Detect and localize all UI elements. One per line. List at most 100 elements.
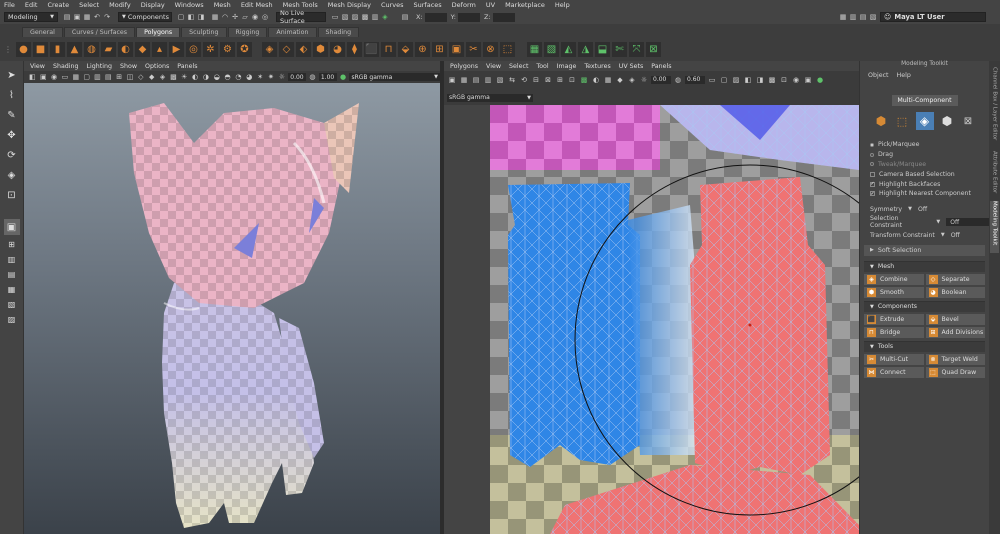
target-weld-button[interactable]: ⊗ Target Weld — [925, 353, 985, 365]
uv-menu-uv-sets[interactable]: UV Sets — [619, 63, 644, 70]
connect-button[interactable]: ⋈ Connect — [864, 366, 924, 378]
scale-tool-icon[interactable]: ◈ — [4, 167, 20, 183]
poly-soccer-icon[interactable]: ✪ — [237, 41, 252, 57]
exposure-field[interactable]: 0.00 — [288, 73, 307, 81]
x-field[interactable] — [424, 12, 447, 22]
channel-box-icon[interactable]: ▧ — [868, 12, 878, 22]
z-field[interactable] — [492, 12, 515, 22]
uv-menu-view[interactable]: View — [486, 63, 501, 70]
separate-icon[interactable]: ◇ — [279, 41, 294, 57]
uv-grid-icon[interactable]: ⊞ — [555, 75, 565, 85]
tab-rigging[interactable]: Rigging — [227, 27, 268, 37]
shadows-icon[interactable]: ◐ — [191, 73, 200, 82]
poly-pyramid-icon[interactable]: ▴ — [152, 41, 167, 57]
uv-editor-panel[interactable]: Polygons View Select Tool Image Textures UV Se… — [444, 61, 859, 534]
snap-grid-icon[interactable]: ▦ — [210, 12, 220, 22]
merge-icon[interactable]: ⊕ — [415, 41, 430, 57]
uv-filter-icon[interactable]: ▨ — [731, 75, 741, 85]
select-object-icon[interactable]: ◧ — [186, 12, 196, 22]
menu-item-mesh[interactable]: Mesh — [214, 1, 231, 9]
menu-item-uv[interactable]: UV — [486, 1, 495, 9]
poly-torus-icon[interactable]: ◍ — [84, 41, 99, 57]
tab-polygons[interactable]: Polygons — [136, 27, 181, 37]
snap-curve-icon[interactable]: ◠ — [220, 12, 230, 22]
lights-icon[interactable]: ☀ — [180, 73, 189, 82]
multi-cut-button[interactable]: ✂ Multi-Cut — [864, 353, 924, 365]
xray-joints-icon[interactable]: ✶ — [256, 73, 265, 82]
bevel-icon[interactable]: ⬙ — [398, 41, 413, 57]
menu-item-windows[interactable]: Windows — [175, 1, 204, 9]
input-mode-icon[interactable]: ▤ — [400, 12, 410, 22]
viewport-menu-panels[interactable]: Panels — [177, 63, 197, 70]
viewport-menu-options[interactable]: Options — [145, 63, 169, 70]
uv-iso-icon[interactable]: ◉ — [791, 75, 801, 85]
hypershade-view-icon[interactable]: ▨ — [5, 314, 19, 325]
uv-dim-icon[interactable]: ◐ — [591, 75, 601, 85]
save-icon[interactable]: ▦ — [82, 12, 92, 22]
uv-image-icon[interactable]: ▢ — [719, 75, 729, 85]
uv-cylindrical-icon[interactable]: ◭ — [561, 41, 576, 57]
uv-color-space-dropdown[interactable]: sRGB gamma ▼ — [447, 93, 533, 102]
uv-checker-icon[interactable]: ▦ — [603, 75, 613, 85]
extract-icon[interactable]: ⬖ — [296, 41, 311, 57]
xray-component-icon[interactable]: ✷ — [267, 73, 276, 82]
uv-shaded-icon[interactable]: ◆ — [615, 75, 625, 85]
uv-exposure-icon[interactable]: ☼ — [639, 75, 649, 85]
quad-draw-button[interactable]: ⬚ Quad Draw — [925, 366, 985, 378]
tab-curves-surfaces[interactable]: Curves / Surfaces — [63, 27, 136, 37]
uv-auto-icon[interactable]: ▧ — [544, 41, 559, 57]
poly-gear-icon[interactable]: ⚙ — [220, 41, 235, 57]
wireframe-icon[interactable]: ◇ — [136, 73, 145, 82]
undo-icon[interactable]: ↶ — [92, 12, 102, 22]
tool-settings-icon[interactable]: ▤ — [858, 12, 868, 22]
snap-point-icon[interactable]: ✢ — [230, 12, 240, 22]
uv-align-icon[interactable]: ⊠ — [543, 75, 553, 85]
snap-plane-icon[interactable]: ▱ — [240, 12, 250, 22]
uv-shell-icon[interactable]: ▦ — [459, 75, 469, 85]
image-plane-icon[interactable]: ▭ — [61, 73, 70, 82]
grid-icon[interactable]: ▦ — [71, 73, 80, 82]
uv-lock-icon[interactable]: ▣ — [803, 75, 813, 85]
viewport-canvas[interactable] — [24, 83, 440, 534]
menu-item-deform[interactable]: Deform — [452, 1, 476, 9]
poly-cone-icon[interactable]: ▲ — [67, 41, 82, 57]
chevron-down-icon[interactable]: ▼ — [908, 206, 912, 212]
viewport-menu-show[interactable]: Show — [120, 63, 137, 70]
ambient-occlusion-icon[interactable]: ◑ — [202, 73, 211, 82]
select-hierarchy-icon[interactable]: ▢ — [176, 12, 186, 22]
redo-icon[interactable]: ↷ — [102, 12, 112, 22]
mirror-icon[interactable]: ⧫ — [347, 41, 362, 57]
uv-rotate-icon[interactable]: ⟲ — [519, 75, 529, 85]
menu-item-modify[interactable]: Modify — [109, 1, 131, 9]
safe-action-icon[interactable]: ◫ — [126, 73, 135, 82]
menu-help[interactable]: Help — [897, 72, 911, 79]
target-weld-icon[interactable]: ⊗ — [483, 41, 498, 57]
tab-sculpting[interactable]: Sculpting — [181, 27, 227, 37]
isolate-icon[interactable]: ◔ — [234, 73, 243, 82]
poly-pipe-icon[interactable]: ◎ — [186, 41, 201, 57]
folder-icon[interactable]: ▤ — [62, 12, 72, 22]
menu-item-mesh-display[interactable]: Mesh Display — [328, 1, 371, 9]
last-tool-icon[interactable]: ⊡ — [4, 187, 20, 203]
add-divisions-button[interactable]: ⊞ Add Divisions — [925, 326, 985, 338]
uv-canvas[interactable] — [490, 105, 859, 534]
uv-distortion-icon[interactable]: ◈ — [627, 75, 637, 85]
sidebar-toggle-icon[interactable]: ▦ — [838, 12, 848, 22]
symmetry-value[interactable]: Off — [918, 206, 927, 213]
tab-modeling-toolkit[interactable]: Modeling Toolkit — [990, 201, 999, 253]
uv-color-mgmt-icon[interactable]: ● — [815, 75, 825, 85]
viewport-menu-lighting[interactable]: Lighting — [87, 63, 112, 70]
menu-item-curves[interactable]: Curves — [381, 1, 404, 9]
smooth-button[interactable]: ⬢ Smooth — [864, 286, 924, 298]
menu-item-display[interactable]: Display — [141, 1, 165, 9]
field-chart-icon[interactable]: ⊞ — [115, 73, 124, 82]
boolean-icon[interactable]: ◕ — [330, 41, 345, 57]
menu-object[interactable]: Object — [868, 72, 889, 79]
boolean-button[interactable]: ◕ Boolean — [925, 286, 985, 298]
lasso-tool-icon[interactable]: ⌇ — [4, 87, 20, 103]
wireframe-on-shaded-icon[interactable]: ◈ — [158, 73, 167, 82]
uv-display-icon[interactable]: ▭ — [707, 75, 717, 85]
separate-button[interactable]: ◇ Separate — [925, 273, 985, 285]
soft-selection-section[interactable]: ▶ Soft Selection — [864, 244, 985, 256]
uv-straighten-icon[interactable]: ⊟ — [531, 75, 541, 85]
